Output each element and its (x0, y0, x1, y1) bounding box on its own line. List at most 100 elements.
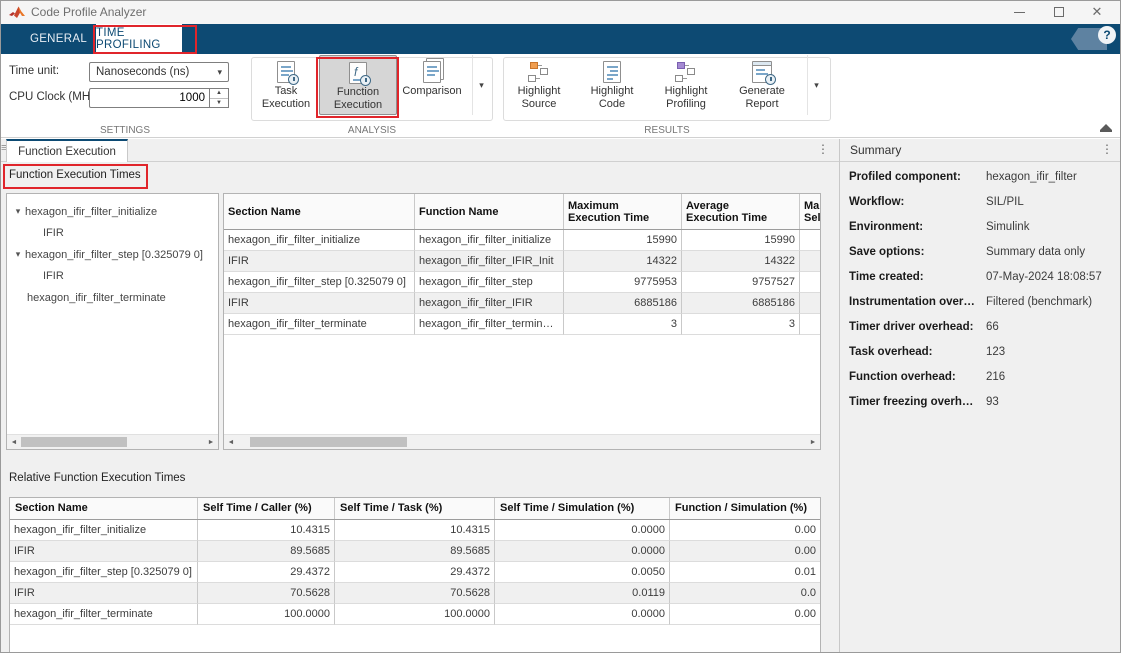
settings-group-label: SETTINGS (1, 125, 249, 136)
generate-report-label-2: Report (745, 98, 778, 111)
cell: 89.5685 (198, 541, 335, 562)
panel-divider[interactable] (839, 139, 840, 653)
cell (800, 293, 820, 314)
table-row[interactable]: hexagon_ifir_filter_terminate 100.0000 1… (10, 604, 820, 625)
spin-up-button[interactable]: ▲ (210, 89, 228, 99)
close-button[interactable]: ✕ (1082, 1, 1112, 23)
time-unit-label: Time unit: (9, 65, 59, 77)
help-button[interactable]: ? (1098, 26, 1116, 44)
tree-expand-icon[interactable]: ▾ (11, 206, 25, 217)
tab-general-label: GENERAL (30, 33, 87, 45)
cell: 10.4315 (335, 520, 495, 541)
scrollbar-thumb[interactable] (21, 437, 127, 447)
tree-item[interactable]: hexagon_ifir_filter_terminate (7, 287, 218, 309)
cpu-clock-spinner: ▲ ▼ (89, 88, 229, 108)
tree-expand-icon[interactable]: ▾ (11, 249, 25, 260)
cell: 0.0000 (495, 520, 670, 541)
results-gallery-dropdown[interactable]: ▾ (807, 55, 825, 115)
scroll-right-icon[interactable]: ► (806, 435, 820, 449)
cell: IFIR (10, 541, 198, 562)
col-header-self-time-caller[interactable]: Self Time / Caller (%) (198, 498, 335, 519)
highlight-source-button[interactable]: Highlight Source (506, 55, 572, 115)
cell: hexagon_ifir_filter_initialize (415, 230, 564, 251)
cell: 100.0000 (198, 604, 335, 625)
close-icon: ✕ (1092, 4, 1103, 20)
summary-row: Function overhead:216 (849, 371, 1119, 385)
minimize-button[interactable] (1004, 1, 1034, 23)
title-bar: Code Profile Analyzer ✕ (1, 1, 1120, 24)
col-header-avg-exec-time[interactable]: AverageExecution Time (682, 194, 800, 229)
cell (800, 272, 820, 293)
cell: hexagon_ifir_filter_step (415, 272, 564, 293)
col-header-section-name[interactable]: Section Name (224, 194, 415, 229)
table-row[interactable]: hexagon_ifir_filter_step [0.325079 0] 29… (10, 562, 820, 583)
cell: 3 (682, 314, 800, 335)
cell: 0.0 (670, 583, 820, 604)
tab-function-execution-panel[interactable]: Function Execution (6, 139, 128, 162)
table-row[interactable]: hexagon_ifir_filter_terminate hexagon_if… (224, 314, 820, 335)
tree-item[interactable]: ▾hexagon_ifir_filter_initialize (7, 201, 218, 223)
tree-horizontal-scrollbar[interactable]: ◄ ► (7, 434, 218, 449)
tree-item[interactable]: IFIR (7, 266, 218, 288)
summary-row: Save options:Summary data only (849, 246, 1119, 260)
cell: 0.00 (670, 520, 820, 541)
collapse-ribbon-button[interactable] (1099, 122, 1113, 133)
maximize-icon (1054, 7, 1064, 17)
chevron-down-icon: ▾ (217, 67, 222, 78)
cell (800, 251, 820, 272)
analysis-gallery-dropdown[interactable]: ▾ (472, 55, 490, 115)
table-horizontal-scrollbar[interactable]: ◄ ► (224, 434, 820, 449)
scroll-right-icon[interactable]: ► (204, 435, 218, 449)
tree-item[interactable]: ▾hexagon_ifir_filter_step [0.325079 0] (7, 244, 218, 266)
table-row[interactable]: IFIR hexagon_ifir_filter_IFIR_Init 14322… (224, 251, 820, 272)
toolstrip-tab-bar: GENERAL TIME PROFILING ? (1, 24, 1120, 54)
generate-report-icon (752, 59, 772, 85)
highlight-code-button[interactable]: Highlight Code (578, 55, 646, 115)
scrollbar-thumb[interactable] (250, 437, 407, 447)
generate-report-button[interactable]: Generate Report (726, 55, 798, 115)
scroll-left-icon[interactable]: ◄ (224, 435, 238, 449)
table-row[interactable]: IFIR 70.5628 70.5628 0.0119 0.0 (10, 583, 820, 604)
task-execution-button[interactable]: Task Execution (254, 55, 318, 115)
table-header-row: Section Name Self Time / Caller (%) Self… (10, 498, 820, 520)
table-row[interactable]: hexagon_ifir_filter_initialize hexagon_i… (224, 230, 820, 251)
table-row[interactable]: IFIR hexagon_ifir_filter_IFIR 6885186 68… (224, 293, 820, 314)
col-header-self-time-simulation[interactable]: Self Time / Simulation (%) (495, 498, 670, 519)
summary-row: Timer freezing overh…93 (849, 396, 1119, 410)
cell: hexagon_ifir_filter_step [0.325079 0] (10, 562, 198, 583)
col-header-function-simulation[interactable]: Function / Simulation (%) (670, 498, 820, 519)
task-execution-icon (277, 59, 295, 85)
tab-time-profiling[interactable]: TIME PROFILING (96, 24, 182, 54)
table-row[interactable]: hexagon_ifir_filter_initialize 10.4315 1… (10, 520, 820, 541)
task-execution-label-1: Task (275, 85, 298, 98)
main-area: ≡ Function Execution ⋮ Function Executio… (1, 139, 1120, 653)
cell: hexagon_ifir_filter_termin… (415, 314, 564, 335)
cell: IFIR (10, 583, 198, 604)
table-row[interactable]: IFIR 89.5685 89.5685 0.0000 0.00 (10, 541, 820, 562)
kebab-menu-icon: ⋮ (1101, 142, 1113, 156)
col-header-max-exec-time[interactable]: MaximumExecution Time (564, 194, 682, 229)
summary-row: Task overhead:123 (849, 346, 1119, 360)
cell: 29.4372 (198, 562, 335, 583)
panel-menu-button[interactable]: ⋮ (817, 142, 829, 156)
cpu-clock-spin-buttons: ▲ ▼ (210, 88, 229, 108)
spin-down-button[interactable]: ▼ (210, 99, 228, 108)
maximize-button[interactable] (1044, 1, 1074, 23)
cell: 70.5628 (198, 583, 335, 604)
tree-item[interactable]: IFIR (7, 223, 218, 245)
highlight-profiling-button[interactable]: Highlight Profiling (651, 55, 721, 115)
col-header-function-name[interactable]: Function Name (415, 194, 564, 229)
function-execution-button[interactable]: f Function Execution (319, 55, 397, 115)
summary-menu-button[interactable]: ⋮ (1101, 142, 1113, 156)
scroll-left-icon[interactable]: ◄ (7, 435, 21, 449)
time-unit-dropdown[interactable]: Nanoseconds (ns) ▾ (89, 62, 229, 82)
col-header-section-name[interactable]: Section Name (10, 498, 198, 519)
cpu-clock-input[interactable] (89, 88, 210, 108)
comparison-button[interactable]: Comparison (400, 55, 464, 115)
tab-general[interactable]: GENERAL (21, 24, 96, 54)
relative-times-table: Section Name Self Time / Caller (%) Self… (9, 497, 821, 653)
col-header-self-time-task[interactable]: Self Time / Task (%) (335, 498, 495, 519)
highlight-code-icon (603, 59, 621, 85)
col-header-clipped[interactable]: MaSel (800, 194, 820, 229)
table-row[interactable]: hexagon_ifir_filter_step [0.325079 0] he… (224, 272, 820, 293)
